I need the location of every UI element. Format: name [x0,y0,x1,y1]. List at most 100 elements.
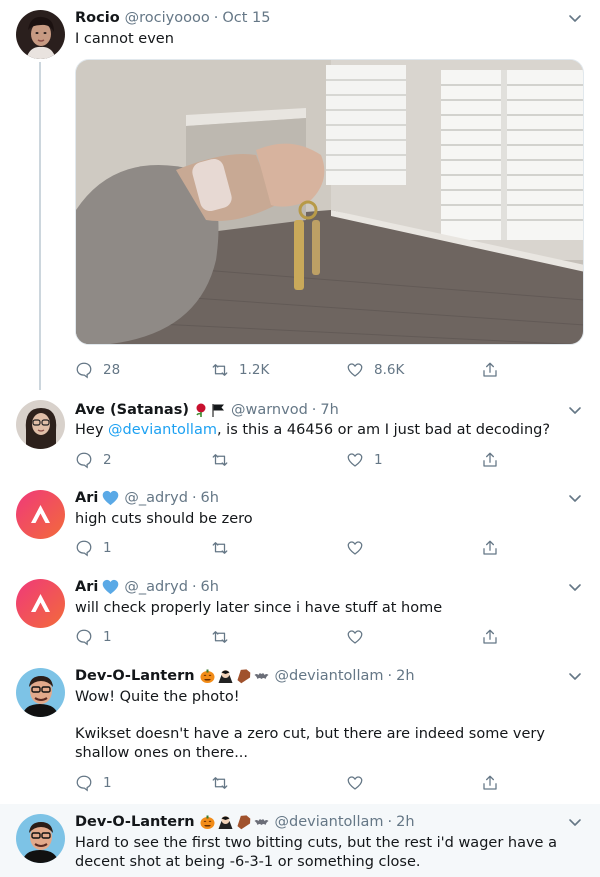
retweet-icon [212,364,228,376]
retweet-icon [212,631,228,643]
separator-dot: · [213,10,219,26]
like-button[interactable]: 1 [346,448,383,472]
separator-dot: · [311,402,317,418]
tweet-ari-2[interactable]: Ari @_adryd · 6h will check properly lat… [0,569,600,658]
tweet-text: Hard to see the first two bitting cuts, … [75,835,557,870]
timestamp[interactable]: 7h [320,402,338,418]
username[interactable]: @rociyoooo [125,10,210,26]
chevron-down-icon[interactable] [568,11,582,25]
heart-icon [347,776,363,790]
timestamp[interactable]: 2h [396,668,414,684]
mention-link[interactable]: @deviantollam [108,422,217,438]
username[interactable]: @_adryd [124,579,188,595]
tweet-ave[interactable]: Ave (Satanas) @warnvod · 7h Hey @deviant… [0,392,600,480]
share-icon [483,775,497,790]
reply-count: 28 [103,362,121,378]
username[interactable]: @warnvod [231,402,308,418]
avatar[interactable] [16,579,65,628]
tweet-actions: 28 1.2K 8.6K [75,358,505,382]
display-name[interactable]: Rocio [75,10,120,26]
text-suffix: , is this a 46456 or am I just bad at de… [216,422,551,438]
reply-button[interactable]: 1 [75,625,112,649]
retweet-button[interactable] [211,771,229,795]
separator-dot: · [191,579,197,595]
tweet-header: Ari @_adryd · 6h [75,488,219,508]
display-name[interactable]: Ari [75,579,98,595]
avatar[interactable] [16,668,65,717]
name-emojis [102,579,119,595]
avatar[interactable] [16,814,65,863]
tweet-text-paragraph-2: Kwikset doesn't have a zero cut, but the… [75,726,545,761]
separator-dot: · [387,814,393,830]
retweet-icon [212,542,228,554]
reply-icon [76,775,92,792]
tweet-photo[interactable] [75,59,584,345]
blue-heart-icon [103,579,119,595]
coffin-icon [237,669,250,684]
tweet-devolantern-2[interactable]: Dev-O-Lantern @deviantollam · 2h Hard to… [0,804,600,877]
name-emojis [102,490,119,506]
share-button[interactable] [481,358,499,382]
display-name[interactable]: Dev-O-Lantern [75,668,195,684]
tweet-ari-1[interactable]: Ari @_adryd · 6h high cuts should be zer… [0,480,600,569]
tweet-header: Dev-O-Lantern @deviantollam · 2h [75,812,415,832]
avatar[interactable] [16,10,65,59]
chevron-down-icon[interactable] [568,669,582,683]
timestamp[interactable]: 6h [201,490,219,506]
chevron-down-icon[interactable] [568,815,582,829]
tweet-actions: 1 [75,536,505,560]
like-button[interactable] [346,625,364,649]
timestamp[interactable]: Oct 15 [222,10,270,26]
like-button[interactable] [346,771,364,795]
username[interactable]: @_adryd [124,490,188,506]
display-name[interactable]: Ave (Satanas) [75,402,189,418]
tweet-actions: 2 1 [75,448,505,472]
heart-icon [347,453,363,467]
share-button[interactable] [481,448,499,472]
retweet-icon [212,454,228,466]
display-name[interactable]: Ari [75,490,98,506]
timestamp[interactable]: 2h [396,814,414,830]
retweet-button[interactable]: 1.2K [211,358,269,382]
retweet-icon [212,777,228,789]
tweet-text: Hey @deviantollam, is this a 46456 or am… [75,421,580,440]
tweet-devolantern-1[interactable]: Dev-O-Lantern @deviantollam · 2h Wow! Qu… [0,658,600,804]
display-name[interactable]: Dev-O-Lantern [75,814,195,830]
like-button[interactable] [346,536,364,560]
bat-icon [254,673,269,679]
name-emojis [199,814,270,830]
chevron-down-icon[interactable] [568,403,582,417]
timestamp[interactable]: 6h [201,579,219,595]
name-emojis [199,668,270,684]
like-button[interactable]: 8.6K [346,358,404,382]
tweet-rocio[interactable]: Rocio @rociyoooo · Oct 15 I cannot even [0,0,600,392]
share-button[interactable] [481,625,499,649]
tweet-text: Wow! Quite the photo! [75,689,240,705]
retweet-button[interactable] [211,625,229,649]
chevron-down-icon[interactable] [568,491,582,505]
share-icon [483,540,497,555]
text-prefix: Hey [75,422,109,438]
reply-icon [76,629,92,646]
share-button[interactable] [481,771,499,795]
chevron-down-icon[interactable] [568,580,582,594]
retweet-button[interactable] [211,448,239,472]
share-button[interactable] [481,536,499,560]
username[interactable]: @deviantollam [275,814,384,830]
avatar[interactable] [16,400,65,449]
reply-button[interactable]: 1 [75,771,112,795]
reply-button[interactable]: 2 [75,448,112,472]
share-icon [483,452,497,467]
tweet-text: I cannot even [75,31,174,47]
avatar[interactable] [16,490,65,539]
name-emojis [193,402,226,418]
reply-button[interactable]: 1 [75,536,112,560]
heart-icon [347,363,363,377]
tweet-header: Rocio @rociyoooo · Oct 15 [75,8,271,28]
vampire-icon [218,670,233,683]
reply-button[interactable]: 28 [75,358,120,382]
retweet-button[interactable] [211,536,229,560]
reply-count: 1 [103,775,112,791]
separator-dot: · [191,490,197,506]
username[interactable]: @deviantollam [275,668,384,684]
